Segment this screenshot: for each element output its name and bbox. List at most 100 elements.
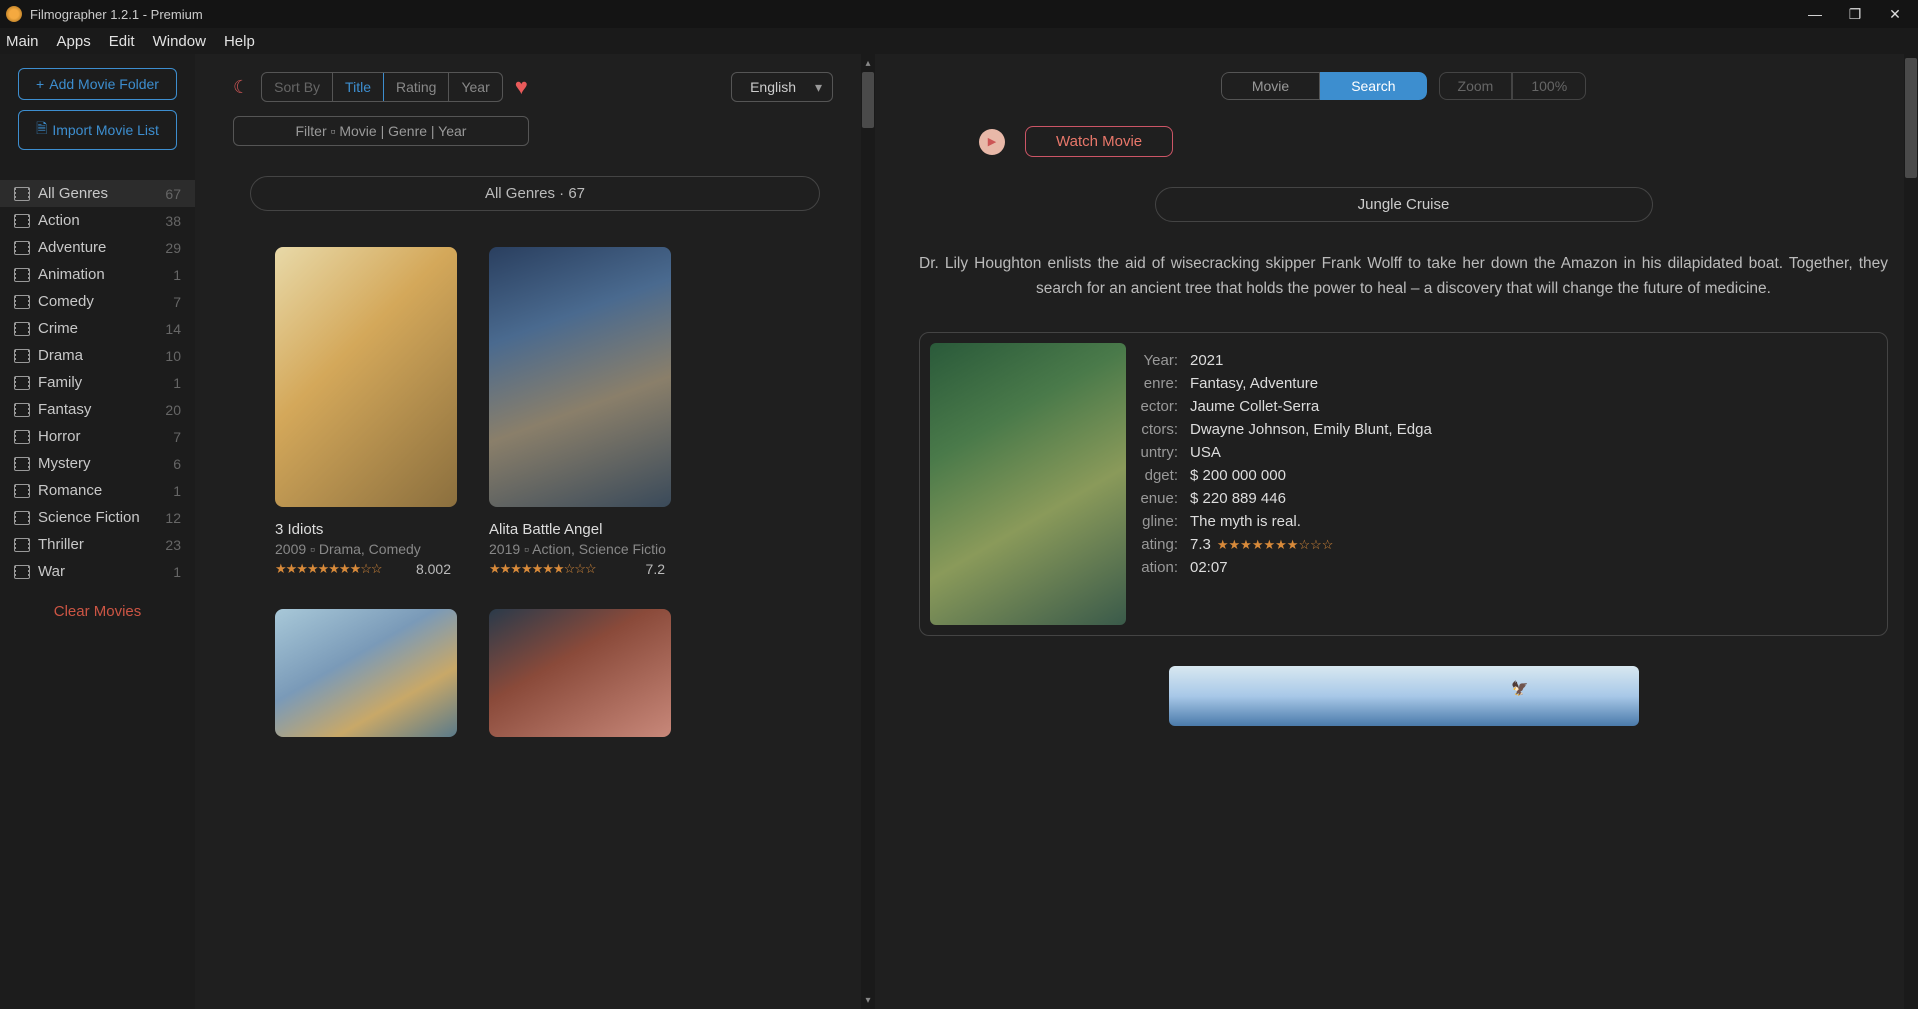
detail-panel: Movie Search Zoom 100% ▶ Watch Movie Jun… — [875, 54, 1918, 1009]
genre-count: 14 — [165, 321, 181, 337]
play-icon[interactable]: ▶ — [979, 129, 1005, 155]
menu-help[interactable]: Help — [224, 33, 255, 50]
movie-grid: 3 Idiots 2009 ▫ Drama, Comedy ★★★★★★★★☆☆… — [195, 211, 875, 737]
maximize-button[interactable]: ❐ — [1848, 7, 1862, 21]
genre-count: 67 — [165, 186, 181, 202]
movie-meta: 2009 ▫ Drama, Comedy — [275, 541, 457, 557]
genre-label: Fantasy — [38, 401, 91, 418]
sidebar-item-crime[interactable]: Crime14 — [0, 315, 195, 342]
detail-row: enre:Fantasy, Adventure — [1130, 372, 1432, 395]
film-icon — [14, 538, 30, 552]
genre-label: War — [38, 563, 65, 580]
add-movie-folder-button[interactable]: + Add Movie Folder — [18, 68, 177, 100]
movie-poster — [275, 247, 457, 507]
detail-row: enue:$ 220 889 446 — [1130, 487, 1432, 510]
movie-card[interactable] — [489, 609, 671, 737]
scroll-up-icon[interactable]: ▴ — [863, 58, 873, 68]
sort-year[interactable]: Year — [449, 73, 501, 101]
sort-title[interactable]: Title — [333, 73, 384, 101]
detail-poster — [930, 343, 1126, 625]
tab-movie[interactable]: Movie — [1221, 72, 1320, 100]
detail-row: ector:Jaume Collet-Serra — [1130, 395, 1432, 418]
moon-icon[interactable]: ☾ — [233, 77, 249, 98]
detail-value: 2021 — [1190, 352, 1223, 369]
film-icon — [14, 565, 30, 579]
detail-label: ating: — [1130, 536, 1178, 553]
scrollbar[interactable] — [1904, 54, 1918, 1009]
genre-label: Romance — [38, 482, 102, 499]
menu-apps[interactable]: Apps — [57, 33, 91, 50]
sidebar: + Add Movie Folder 🗎 Import Movie List A… — [0, 54, 195, 1009]
heart-icon[interactable]: ♥ — [515, 74, 528, 100]
close-button[interactable]: ✕ — [1888, 7, 1902, 21]
sidebar-item-family[interactable]: Family1 — [0, 369, 195, 396]
genre-label: Mystery — [38, 455, 91, 472]
language-select[interactable]: English — [731, 72, 833, 102]
filter-input[interactable]: Filter ▫ Movie | Genre | Year — [233, 116, 529, 146]
sidebar-item-romance[interactable]: Romance1 — [0, 477, 195, 504]
detail-row: gline:The myth is real. — [1130, 510, 1432, 533]
movie-card[interactable]: Alita Battle Angel 2019 ▫ Action, Scienc… — [489, 247, 671, 577]
menu-edit[interactable]: Edit — [109, 33, 135, 50]
menu-main[interactable]: Main — [6, 33, 39, 50]
sidebar-item-fantasy[interactable]: Fantasy20 — [0, 396, 195, 423]
sidebar-item-comedy[interactable]: Comedy7 — [0, 288, 195, 315]
sidebar-item-action[interactable]: Action38 — [0, 207, 195, 234]
scroll-thumb[interactable] — [1905, 58, 1917, 178]
genre-label: Drama — [38, 347, 83, 364]
bird-icon: 🦅 — [1511, 680, 1528, 697]
detail-row: ctors: Dwayne Johnson, Emily Blunt, Edga — [1130, 418, 1432, 441]
genre-count: 29 — [165, 240, 181, 256]
detail-row: ating:7.3★★★★★★★☆☆☆ — [1130, 533, 1432, 556]
movie-meta: 2019 ▫ Action, Science Fictio — [489, 541, 671, 557]
import-movie-list-button[interactable]: 🗎 Import Movie List — [18, 110, 177, 150]
star-rating: ★★★★★★★☆☆☆ — [1217, 537, 1334, 552]
menu-window[interactable]: Window — [153, 33, 206, 50]
film-icon — [14, 268, 30, 282]
star-rating: ★★★★★★★★☆☆ — [275, 561, 382, 577]
detail-label: Year: — [1130, 352, 1178, 369]
movie-card[interactable]: 3 Idiots 2009 ▫ Drama, Comedy ★★★★★★★★☆☆… — [275, 247, 457, 577]
sidebar-item-science-fiction[interactable]: Science Fiction12 — [0, 504, 195, 531]
movie-card[interactable] — [275, 609, 457, 737]
document-icon: 🗎 — [36, 118, 47, 142]
sidebar-item-animation[interactable]: Animation1 — [0, 261, 195, 288]
tab-search[interactable]: Search — [1320, 72, 1426, 100]
sidebar-item-mystery[interactable]: Mystery 6 — [0, 450, 195, 477]
detail-label: ctors: — [1130, 421, 1178, 438]
movie-title: 3 Idiots — [275, 521, 457, 538]
film-icon — [14, 349, 30, 363]
detail-value: Dwayne Johnson, Emily Blunt, Edga — [1190, 421, 1432, 438]
sidebar-item-thriller[interactable]: Thriller23 — [0, 531, 195, 558]
scroll-thumb[interactable] — [862, 72, 874, 128]
detail-label: untry: — [1130, 444, 1178, 461]
film-icon — [14, 511, 30, 525]
detail-value: Fantasy, Adventure — [1190, 375, 1318, 392]
detail-value: $ 220 889 446 — [1190, 490, 1286, 507]
sidebar-item-drama[interactable]: Drama10 — [0, 342, 195, 369]
genre-count: 6 — [173, 456, 181, 472]
sidebar-item-all-genres[interactable]: All Genres67 — [0, 180, 195, 207]
zoom-value[interactable]: 100% — [1512, 72, 1586, 100]
detail-label: gline: — [1130, 513, 1178, 530]
film-icon — [14, 295, 30, 309]
zoom-label[interactable]: Zoom — [1439, 72, 1513, 100]
detail-row: Year: 2021 — [1130, 349, 1432, 372]
minimize-button[interactable]: — — [1808, 7, 1822, 21]
sidebar-item-adventure[interactable]: Adventure29 — [0, 234, 195, 261]
sidebar-item-war[interactable]: War1 — [0, 558, 195, 585]
watch-movie-button[interactable]: Watch Movie — [1025, 126, 1173, 157]
genre-label: Comedy — [38, 293, 94, 310]
sort-rating[interactable]: Rating — [384, 73, 449, 101]
genre-count: 23 — [165, 537, 181, 553]
clear-movies-button[interactable]: Clear Movies — [0, 585, 195, 638]
genre-count: 1 — [173, 267, 181, 283]
movie-poster — [489, 609, 671, 737]
movie-poster — [489, 247, 671, 507]
scrollbar[interactable]: ▴ ▾ — [861, 54, 875, 1009]
sidebar-item-horror[interactable]: Horror7 — [0, 423, 195, 450]
rating-value: 7.2 — [646, 561, 671, 577]
scroll-down-icon[interactable]: ▾ — [863, 995, 873, 1005]
movie-detail-card: Year: 2021 enre:Fantasy, Adventureector:Ja… — [919, 332, 1888, 636]
zoom-segment: Zoom 100% — [1439, 72, 1587, 100]
